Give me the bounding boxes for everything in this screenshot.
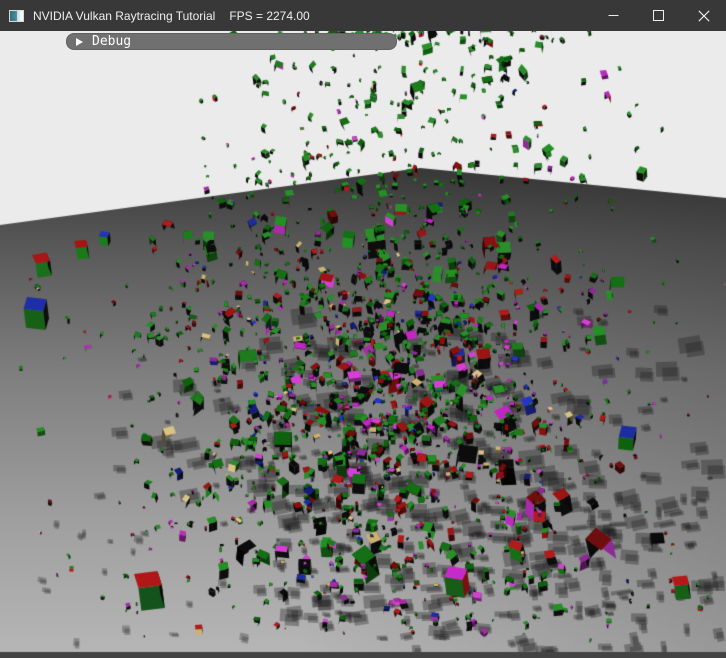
minimize-button[interactable] (591, 0, 636, 31)
close-button[interactable] (681, 0, 726, 31)
collapse-arrow-icon[interactable] (76, 38, 83, 46)
raytraced-scene-canvas[interactable] (0, 31, 726, 658)
titlebar[interactable]: NVIDIA Vulkan Raytracing Tutorial FPS = … (0, 0, 726, 31)
app-window: NVIDIA Vulkan Raytracing Tutorial FPS = … (0, 0, 726, 658)
minimize-icon (608, 10, 619, 21)
close-icon (698, 10, 710, 22)
maximize-icon (653, 10, 664, 21)
viewport: Debug (0, 31, 726, 658)
maximize-button[interactable] (636, 0, 681, 31)
window-title: NVIDIA Vulkan Raytracing Tutorial (33, 9, 215, 23)
fps-counter: FPS = 2274.00 (229, 9, 309, 23)
app-icon (9, 10, 24, 22)
debug-panel-label: Debug (92, 34, 131, 49)
debug-panel-header[interactable]: Debug (66, 33, 397, 50)
